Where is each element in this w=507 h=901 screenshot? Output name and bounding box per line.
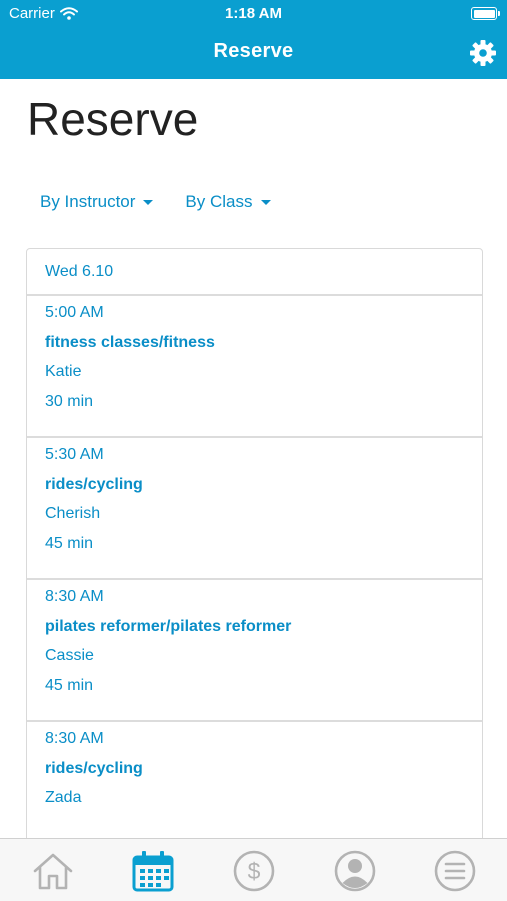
status-bar: Carrier 1:18 AM <box>0 0 507 28</box>
calendar-icon[interactable] <box>131 849 175 893</box>
session-duration: 45 min <box>45 534 94 552</box>
session-item[interactable]: 5:30 AM rides/cycling Cherish 45 min <box>27 438 482 580</box>
schedule-card: Wed 6.10 5:00 AM fitness classes/fitness… <box>26 248 483 870</box>
dollar-icon[interactable]: $ <box>232 849 276 893</box>
nav-title: Reserve <box>213 40 294 62</box>
filter-bar: By Instructor By Class <box>40 192 271 212</box>
session-time: 5:30 AM <box>45 446 104 463</box>
filter-label: By Class <box>185 192 253 211</box>
filter-by-instructor[interactable]: By Instructor <box>40 192 154 212</box>
session-time: 8:30 AM <box>45 588 104 605</box>
svg-text:$: $ <box>248 858 261 884</box>
session-item[interactable]: 8:30 AM pilates reformer/pilates reforme… <box>27 580 482 722</box>
session-time: 5:00 AM <box>45 304 104 321</box>
navigation-bar: Carrier 1:18 AM Reserve <box>0 0 507 79</box>
session-instructor: Zada <box>45 789 82 806</box>
session-class: fitness classes/fitness <box>45 333 215 351</box>
session-item[interactable]: 5:00 AM fitness classes/fitness Katie 30… <box>27 296 482 438</box>
session-class: rides/cycling <box>45 759 143 777</box>
gear-icon[interactable] <box>469 39 497 67</box>
caret-down-icon <box>260 199 271 205</box>
date-header: Wed 6.10 <box>27 249 482 296</box>
session-duration: 45 min <box>45 676 94 694</box>
home-icon[interactable] <box>31 849 75 893</box>
session-instructor: Cherish <box>45 505 101 522</box>
status-time: 1:18 AM <box>225 5 282 22</box>
session-instructor: Cassie <box>45 647 94 664</box>
session-class: pilates reformer/pilates reformer <box>45 617 292 635</box>
profile-icon[interactable] <box>333 849 377 893</box>
battery-icon <box>471 7 500 20</box>
tab-bar: $ <box>0 838 507 901</box>
session-class: rides/cycling <box>45 475 143 493</box>
filter-label: By Instructor <box>40 192 136 211</box>
menu-icon[interactable] <box>433 849 477 893</box>
session-time: 8:30 AM <box>45 730 104 747</box>
filter-by-class[interactable]: By Class <box>185 192 271 212</box>
page-title: Reserve <box>27 93 199 145</box>
session-duration: 30 min <box>45 392 94 410</box>
caret-down-icon <box>143 199 154 205</box>
session-instructor: Katie <box>45 363 82 380</box>
